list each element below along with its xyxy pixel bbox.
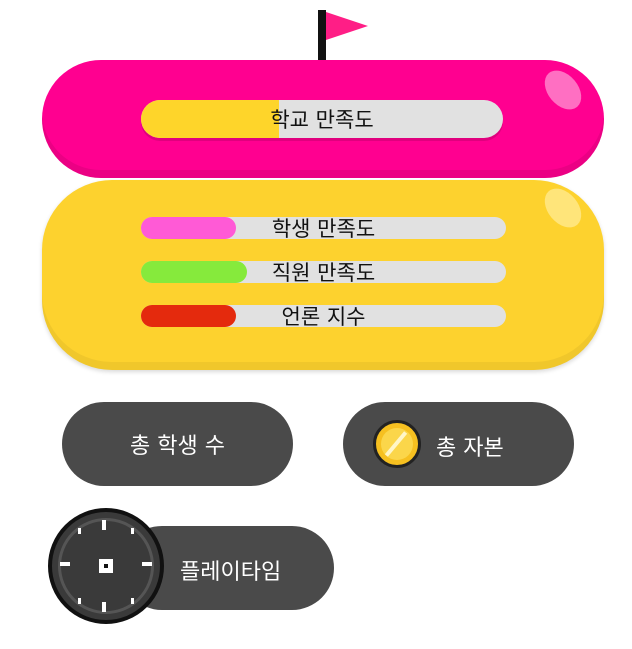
press-index-label: 언론 지수 <box>281 305 366 329</box>
student-satisfaction-label: 학생 만족도 <box>271 217 376 241</box>
clock-icon <box>48 508 164 624</box>
school-satisfaction-bar: 학교 만족도 <box>141 100 503 138</box>
staff-satisfaction-label: 직원 만족도 <box>271 261 376 285</box>
coin-icon <box>373 420 421 468</box>
flag-icon <box>318 10 326 60</box>
playtime-label: 플레이타임 <box>180 560 282 585</box>
school-satisfaction-label: 학교 만족도 <box>270 108 374 132</box>
flag-cloth <box>326 12 368 40</box>
press-index-bar: 언론 지수 <box>141 305 506 329</box>
total-students-button[interactable]: 총 학생 수 <box>62 402 293 486</box>
total-students-label: 총 학생 수 <box>130 434 225 459</box>
student-satisfaction-bar: 학생 만족도 <box>141 217 506 241</box>
total-capital-label: 총 자본 <box>436 436 504 461</box>
staff-satisfaction-bar: 직원 만족도 <box>141 261 506 285</box>
